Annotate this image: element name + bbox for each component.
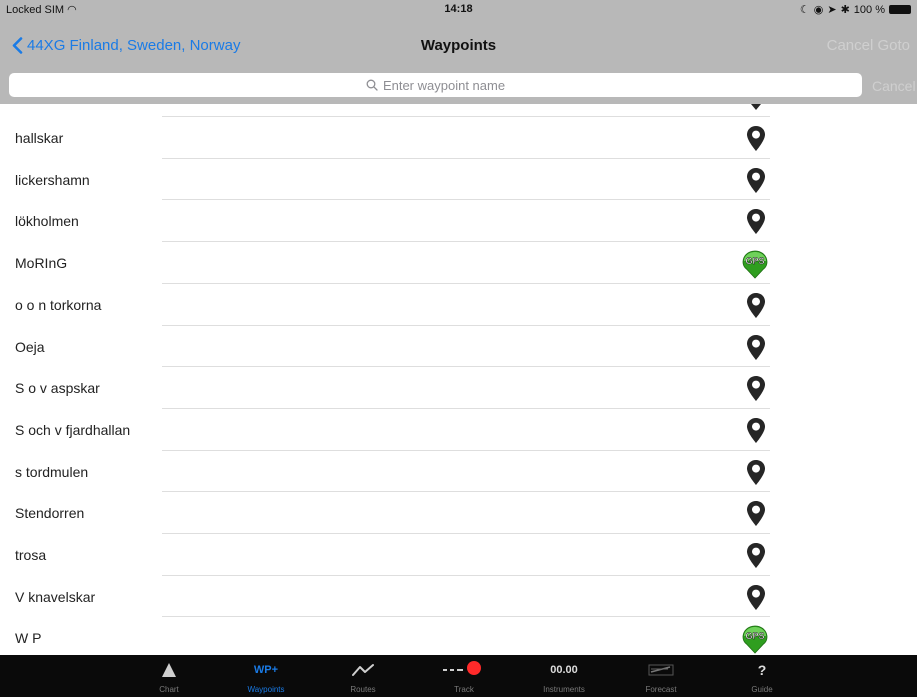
waypoint-name: Stendorren — [15, 505, 85, 522]
tab-label: Forecast — [645, 685, 677, 694]
guide-icon: ? — [720, 661, 804, 679]
waypoint-row[interactable]: Oeja — [0, 326, 917, 368]
map-pin-icon[interactable] — [746, 167, 766, 194]
waypoint-row[interactable]: S o v aspskar — [0, 367, 917, 409]
waypoint-add-icon: WP+ — [224, 661, 308, 679]
waypoint-name: hallskar — [15, 130, 64, 146]
waypoint-name: S o v aspskar — [15, 380, 100, 397]
waypoint-add-icon-text: WP+ — [253, 664, 279, 676]
waypoint-row[interactable]: lickershamn — [0, 159, 917, 201]
tab-guide[interactable]: ? Guide — [720, 655, 804, 697]
tab-bar: Chart WP+ Waypoints Routes Track 00.00 Instrum… — [0, 655, 917, 697]
waypoint-name: lickershamn — [15, 171, 90, 188]
waypoint-name: s tordmulen — [15, 463, 89, 480]
waypoint-name: Oeja — [15, 338, 45, 355]
status-time: 14:18 — [444, 3, 473, 15]
search-cancel-button[interactable]: Cancel — [872, 78, 916, 94]
route-line-icon — [321, 661, 405, 679]
guide-icon-text: ? — [757, 662, 767, 678]
waypoint-row[interactable]: W P GPS — [0, 617, 917, 655]
search-placeholder: Enter waypoint name — [382, 77, 506, 93]
tab-chart[interactable]: Chart — [127, 655, 211, 697]
page-title: Waypoints — [420, 37, 497, 54]
tab-forecast[interactable]: Forecast — [619, 655, 703, 697]
tab-label: Waypoints — [247, 685, 285, 694]
tab-waypoints[interactable]: WP+ Waypoints — [224, 655, 308, 697]
bluetooth-icon: ✱ — [840, 4, 850, 16]
waypoint-name: V knavelskar — [15, 588, 96, 605]
search-bar: Enter waypoint name Cancel — [0, 68, 917, 104]
waypoint-row[interactable]: lökholmen — [0, 200, 917, 242]
map-pin-icon[interactable] — [746, 292, 766, 319]
waypoint-name: trosa — [15, 547, 47, 563]
moon-icon: ☾ — [799, 4, 810, 16]
battery-percent: 100 % — [853, 3, 885, 16]
tab-track[interactable]: Track — [422, 655, 506, 697]
waypoint-name: S och v fjardhallan — [15, 421, 131, 438]
chart-triangle-icon — [127, 661, 211, 679]
map-pin-icon[interactable] — [746, 500, 766, 527]
tab-label: Instruments — [543, 685, 585, 694]
waypoint-name: W P — [15, 630, 42, 647]
waypoint-name: lökholmen — [15, 213, 79, 230]
cancel-goto-button[interactable]: Cancel Goto — [827, 37, 910, 54]
tab-label: Routes — [350, 685, 376, 694]
location-icon: ➤ — [827, 4, 837, 16]
map-pin-icon[interactable] — [746, 125, 766, 152]
search-icon — [366, 79, 378, 91]
map-pin-icon[interactable] — [746, 417, 766, 444]
search-input[interactable]: Enter waypoint name — [9, 73, 862, 97]
waypoint-name: o o n torkorna — [15, 296, 102, 313]
gps-waypoint-icon[interactable]: GPS — [740, 624, 770, 654]
gps-badge-text: GPS — [745, 256, 764, 266]
status-right: ☾ ◉ ➤ ✱ 100 % — [800, 3, 911, 16]
gps-waypoint-icon[interactable]: GPS — [740, 249, 770, 279]
waypoint-row[interactable]: S och v fjardhallan — [0, 409, 917, 451]
tab-label: Chart — [159, 685, 179, 694]
tab-label: Track — [454, 685, 474, 694]
waypoint-row[interactable]: Stendorren — [0, 492, 917, 534]
waypoint-list[interactable]: hallskar lickershamn lökholmen MoRInG GPS o o… — [0, 104, 917, 655]
tab-routes[interactable]: Routes — [321, 655, 405, 697]
instruments-icon: 00.00 — [522, 661, 606, 679]
lock-rotation-icon: ◉ — [813, 4, 824, 16]
map-pin-icon[interactable] — [746, 584, 766, 611]
forecast-icon — [619, 661, 703, 679]
gps-badge-text: GPS — [745, 631, 764, 641]
map-pin-icon[interactable] — [746, 334, 766, 361]
navigation-bar: 44XG Finland, Sweden, Norway Waypoints C… — [0, 20, 917, 68]
status-bar: Locked SIM ◠ 14:18 ☾ ◉ ➤ ✱ 100 % — [0, 0, 917, 20]
partial-pin-icon — [751, 104, 761, 110]
waypoint-row[interactable]: trosa — [0, 534, 917, 576]
map-pin-icon[interactable] — [746, 375, 766, 402]
waypoint-name: MoRInG — [15, 255, 68, 272]
map-pin-icon[interactable] — [746, 542, 766, 569]
waypoint-row[interactable]: s tordmulen — [0, 451, 917, 493]
tab-instruments[interactable]: 00.00 Instruments — [522, 655, 606, 697]
map-pin-icon[interactable] — [746, 459, 766, 486]
battery-icon — [889, 5, 911, 14]
tab-label: Guide — [751, 685, 773, 694]
waypoint-row[interactable]: MoRInG GPS — [0, 242, 917, 284]
waypoint-row[interactable]: V knavelskar — [0, 576, 917, 618]
track-record-icon — [422, 661, 506, 679]
map-pin-icon[interactable] — [746, 208, 766, 235]
waypoint-row[interactable]: o o n torkorna — [0, 284, 917, 326]
waypoint-row[interactable]: hallskar — [0, 117, 917, 159]
instruments-icon-text: 00.00 — [550, 664, 578, 676]
